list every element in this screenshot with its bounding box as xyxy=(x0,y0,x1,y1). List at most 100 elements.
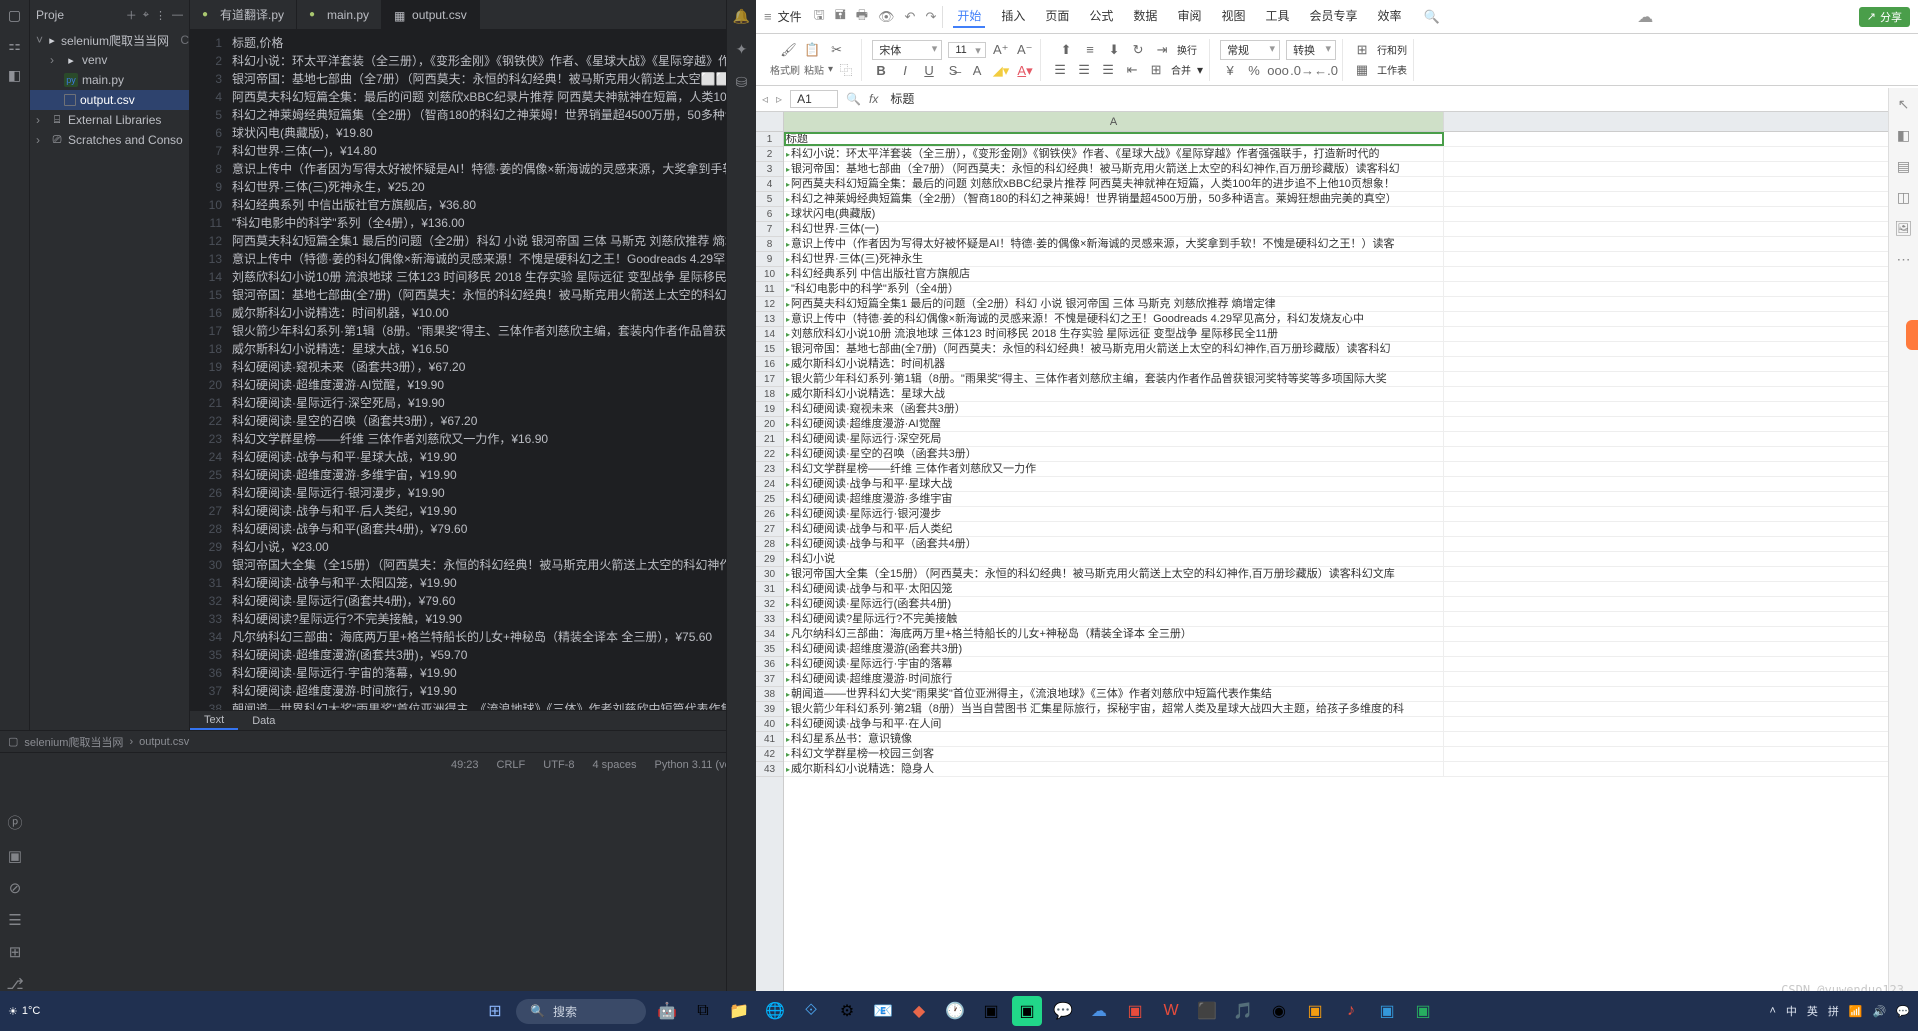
fill-color-icon[interactable]: ◢▾ xyxy=(992,62,1010,80)
row-header[interactable]: 4 xyxy=(756,177,783,192)
menu-tab-会员专享[interactable]: 会员专享 xyxy=(1305,5,1361,28)
folder-icon[interactable]: ▢ xyxy=(6,6,24,24)
font-size-select[interactable]: 11 xyxy=(948,42,985,58)
file-encoding[interactable]: UTF-8 xyxy=(543,759,574,771)
netease-icon[interactable]: ♪ xyxy=(1336,996,1366,1026)
select-opened-icon[interactable]: ⌖ xyxy=(143,9,149,22)
row-header[interactable]: 16 xyxy=(756,357,783,372)
menu-icon[interactable]: ≡ xyxy=(764,9,772,24)
row-header[interactable]: 23 xyxy=(756,462,783,477)
cell[interactable]: ▸阿西莫夫科幻短篇全集：最后的问题 刘慈欣xBBC纪录片推荐 阿西莫夫神就神在短… xyxy=(784,177,1444,191)
cell[interactable]: ▸球状闪电(典藏版) xyxy=(784,207,1444,221)
row-header[interactable]: 20 xyxy=(756,417,783,432)
decrease-font-icon[interactable]: A⁻ xyxy=(1016,41,1034,59)
currency-icon[interactable]: ¥ xyxy=(1221,62,1239,80)
row-header[interactable]: 29 xyxy=(756,552,783,567)
row-header[interactable]: 31 xyxy=(756,582,783,597)
row-header[interactable]: 33 xyxy=(756,612,783,627)
search-icon[interactable]: 🔍 xyxy=(1424,9,1440,25)
settings-icon[interactable]: ⚙ xyxy=(832,996,862,1026)
row-header[interactable]: 39 xyxy=(756,702,783,717)
app-icon-5[interactable]: ▣ xyxy=(1372,996,1402,1026)
cell[interactable]: ▸科幻硬阅读·超维度漫游(函套共3册) xyxy=(784,642,1444,656)
row-header[interactable]: 35 xyxy=(756,642,783,657)
chart-icon[interactable]: ◫ xyxy=(1897,189,1910,206)
weather-widget[interactable]: ☀ 1°C xyxy=(8,1005,40,1018)
taskbar-search[interactable]: 🔍 搜索 xyxy=(516,999,646,1024)
terminal-icon[interactable]: ▣ xyxy=(976,996,1006,1026)
strike-icon[interactable]: S̶ xyxy=(944,62,962,80)
goto-next-icon[interactable]: ▹ xyxy=(776,92,782,106)
formula-input[interactable]: 标题 xyxy=(886,89,1912,108)
indent-icon[interactable]: ⇤ xyxy=(1123,61,1141,79)
copilot-icon[interactable]: 🤖 xyxy=(652,996,682,1026)
print-icon[interactable]: 🖶 xyxy=(856,6,868,28)
select-all-corner[interactable] xyxy=(756,112,783,132)
cell[interactable]: ▸科幻硬阅读·战争与和平·星球大战 xyxy=(784,477,1444,491)
row-header[interactable]: 2 xyxy=(756,147,783,162)
indent-setting[interactable]: 4 spaces xyxy=(592,759,636,771)
underline-icon[interactable]: U xyxy=(920,62,938,80)
redo-icon[interactable]: ↷ xyxy=(925,9,936,25)
row-header[interactable]: 9 xyxy=(756,252,783,267)
cell[interactable]: ▸科幻硬阅读·星际远行·宇宙的落幕 xyxy=(784,657,1444,671)
cell[interactable]: ▸阿西莫夫科幻短篇全集1 最后的问题（全2册）科幻 小说 银河帝国 三体 马斯克… xyxy=(784,297,1444,311)
cell[interactable]: ▸科幻硬阅读·战争与和平·在人间 xyxy=(784,717,1444,731)
view-tab-text[interactable]: Text xyxy=(190,711,238,730)
clock-icon[interactable]: 🕐 xyxy=(940,996,970,1026)
row-header[interactable]: 25 xyxy=(756,492,783,507)
row-header[interactable]: 13 xyxy=(756,312,783,327)
cell[interactable]: ▸科幻文学群星榜一校园三剑客 xyxy=(784,747,1444,761)
cell[interactable]: ▸科幻小说 xyxy=(784,552,1444,566)
menu-tab-公式[interactable]: 公式 xyxy=(1085,5,1117,28)
view-tab-data[interactable]: Data xyxy=(238,711,289,730)
breadcrumb-file[interactable]: output.csv xyxy=(139,736,189,748)
cell[interactable]: ▸科幻小说：环太平洋套装（全三册），《变形金刚》《钢铁侠》作者、《星球大战》《星… xyxy=(784,147,1444,161)
cell[interactable]: ▸科幻文学群星榜——纤维 三体作者刘慈欣又一力作 xyxy=(784,462,1444,476)
share-button[interactable]: ↗分享 xyxy=(1859,7,1910,27)
font-family-select[interactable]: 宋体 xyxy=(872,40,942,60)
bookmarks-icon[interactable]: ⚏ xyxy=(6,36,24,54)
goto-prev-icon[interactable]: ◃ xyxy=(762,92,768,106)
chrome-icon[interactable]: 🌐 xyxy=(760,996,790,1026)
menu-tab-数据[interactable]: 数据 xyxy=(1129,5,1161,28)
row-header[interactable]: 27 xyxy=(756,522,783,537)
app-icon-1[interactable]: ▣ xyxy=(1120,996,1150,1026)
cell[interactable]: ▸威尔斯科幻小说精选：星球大战 xyxy=(784,387,1444,401)
filter-icon[interactable]: ▤ xyxy=(1897,158,1910,175)
cell[interactable]: ▸科幻硬阅读·战争与和平·太阳囚笼 xyxy=(784,582,1444,596)
explorer-icon[interactable]: 📁 xyxy=(724,996,754,1026)
cell[interactable]: ▸意识上传中（作者因为写得太好被怀疑是AI！特德·姜的偶像×新海诚的灵感来源，大… xyxy=(784,237,1444,251)
cut-icon[interactable]: ✂ xyxy=(828,41,846,59)
more-icon[interactable]: ⋯ xyxy=(1897,251,1911,268)
row-header[interactable]: 10 xyxy=(756,267,783,282)
merge-label[interactable]: 合并 xyxy=(1171,62,1191,77)
menu-tab-视图[interactable]: 视图 xyxy=(1217,5,1249,28)
steam-icon[interactable]: ◉ xyxy=(1264,996,1294,1026)
row-header[interactable]: 38 xyxy=(756,687,783,702)
python-console-icon[interactable]: ⓟ xyxy=(7,812,22,833)
cell[interactable]: 标题 xyxy=(784,132,1444,146)
git-icon[interactable]: ◆ xyxy=(904,996,934,1026)
cell[interactable]: ▸银河帝国大全集（全15册）（阿西莫夫：永恒的科幻经典！被马斯克用火箭送上太空的… xyxy=(784,567,1444,581)
row-header[interactable]: 17 xyxy=(756,372,783,387)
cell[interactable]: ▸科幻之神莱姆经典短篇集（全2册）（智商180的科幻之神莱姆！世界销量超4500… xyxy=(784,192,1444,206)
wechat-icon[interactable]: 💬 xyxy=(1048,996,1078,1026)
row-header[interactable]: 43 xyxy=(756,762,783,777)
menu-tab-工具[interactable]: 工具 xyxy=(1261,5,1293,28)
cell[interactable]: ▸威尔斯科幻小说精选：隐身人 xyxy=(784,762,1444,776)
row-header[interactable]: 21 xyxy=(756,432,783,447)
select-icon[interactable]: ↖ xyxy=(1898,96,1910,113)
cell[interactable]: ▸朝闻道——世界科幻大奖"雨果奖"首位亚洲得主，《流浪地球》《三体》作者刘慈欣中… xyxy=(784,687,1444,701)
print-preview-icon[interactable]: 👁 xyxy=(878,9,895,25)
add-icon[interactable]: ＋ xyxy=(126,7,137,23)
row-header[interactable]: 26 xyxy=(756,507,783,522)
wrap-label[interactable]: 换行 xyxy=(1177,42,1197,57)
align-left-icon[interactable]: ☰ xyxy=(1051,61,1069,79)
cell[interactable]: ▸科幻世界·三体(三)死神永生 xyxy=(784,252,1444,266)
copy-icon[interactable]: ⿻ xyxy=(837,61,855,79)
app-icon-2[interactable]: ⬛ xyxy=(1192,996,1222,1026)
merge-cells-icon[interactable]: ⊞ xyxy=(1147,61,1165,79)
row-header[interactable]: 12 xyxy=(756,297,783,312)
vscode-icon[interactable]: ⟐ xyxy=(796,996,826,1026)
